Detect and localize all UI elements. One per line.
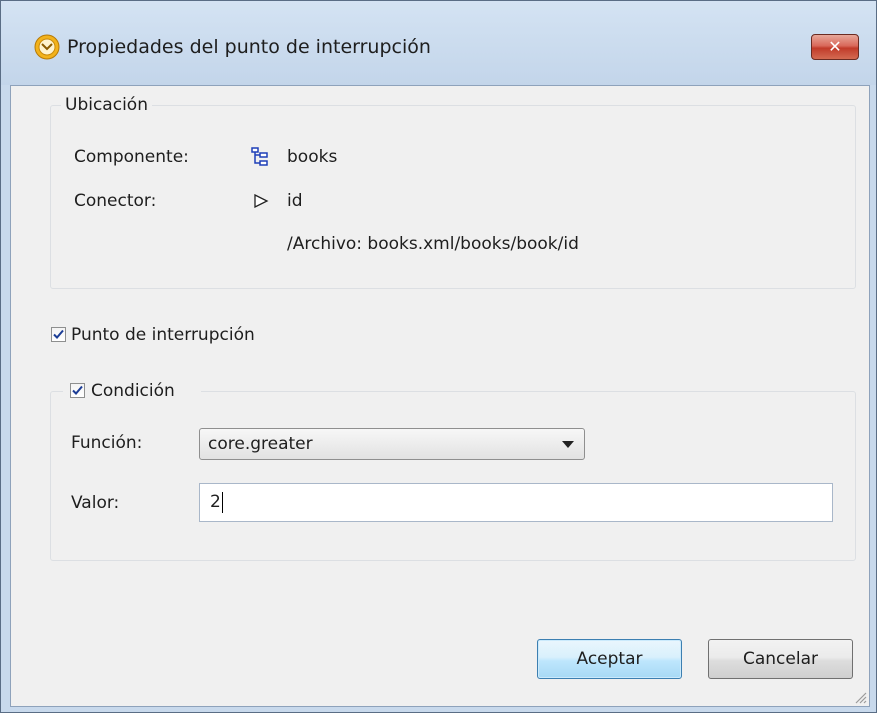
ok-button[interactable]: Aceptar	[537, 639, 682, 679]
value-label: Valor:	[71, 493, 120, 513]
condition-label[interactable]: Condición	[91, 380, 175, 402]
breakpoint-clock-icon	[34, 34, 60, 60]
function-select-value: core.greater	[208, 434, 313, 454]
close-icon: ✕	[828, 37, 842, 56]
breakpoint-label[interactable]: Punto de interrupción	[71, 324, 255, 346]
connector-path: /Archivo: books.xml/books/book/id	[287, 234, 579, 254]
component-value: books	[287, 147, 338, 167]
text-caret	[222, 492, 223, 513]
component-label: Componente:	[74, 147, 189, 167]
connector-value: id	[287, 191, 303, 211]
function-select[interactable]: core.greater	[199, 428, 585, 460]
checkmark-icon	[72, 385, 83, 395]
xml-tree-icon	[251, 147, 268, 166]
value-input[interactable]: 2	[199, 483, 833, 522]
checkmark-icon	[53, 329, 64, 339]
value-input-text: 2	[210, 492, 221, 512]
window-title: Propiedades del punto de interrupción	[67, 36, 431, 58]
breakpoint-checkbox[interactable]	[51, 327, 66, 342]
chevron-down-icon	[562, 441, 574, 448]
function-label: Función:	[71, 433, 143, 453]
connector-label: Conector:	[74, 191, 157, 211]
location-group-label: Ubicación	[61, 94, 152, 116]
close-button[interactable]: ✕	[811, 34, 859, 60]
output-triangle-icon	[254, 194, 269, 208]
title-bar[interactable]: Propiedades del punto de interrupción ✕	[1, 1, 876, 85]
dialog-body: Ubicación Componente: books Conector: id…	[10, 85, 870, 707]
resize-grip-icon[interactable]	[853, 690, 867, 704]
condition-checkbox[interactable]	[70, 383, 85, 398]
cancel-button[interactable]: Cancelar	[708, 639, 853, 679]
location-group	[50, 105, 856, 289]
condition-group	[50, 391, 856, 561]
breakpoint-properties-dialog: Propiedades del punto de interrupción ✕ …	[0, 0, 877, 713]
